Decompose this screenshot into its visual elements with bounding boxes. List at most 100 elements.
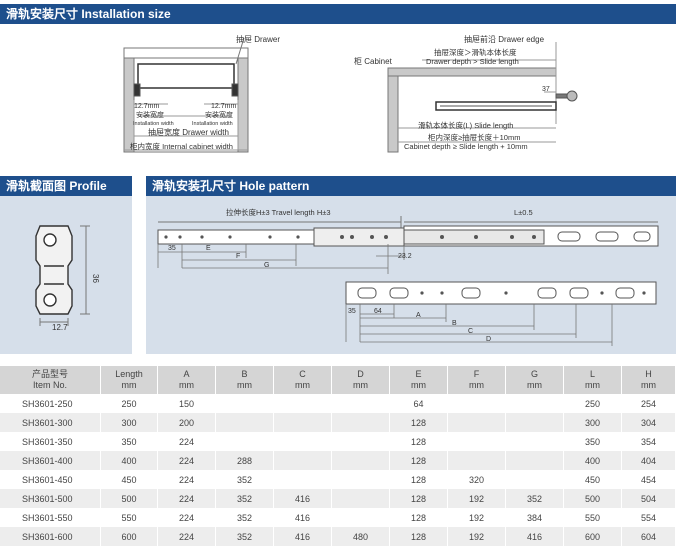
table-cell [331,451,390,470]
table-row: SH3601-600 600 224 352 416 480 128 192 416 600 604 [0,527,676,546]
table-body: SH3601-250 250 150 64 250 254 SH3601-300 300 200… [0,394,676,546]
table-cell: 224 [157,432,216,451]
table-cell: 352 [215,508,274,527]
header-length: Length mm [100,366,158,394]
header-g: Gmm [505,366,564,394]
dim-37-label: 37 [542,86,550,93]
table-cell: 224 [157,527,216,546]
table-row: SH3601-300 300 200 128 300 304 [0,413,676,432]
table-cell: 224 [157,489,216,508]
header-e: Emm [389,366,448,394]
table-cell: SH3601-300 [0,413,101,432]
profile-width-label: 12.7 [52,323,68,332]
table-cell: 128 [389,432,448,451]
table-cell [215,432,274,451]
table-cell: 350 [100,432,158,451]
header-d: Dmm [331,366,390,394]
header-l: Lmm [563,366,622,394]
dim-12-7-right: 12.7mm [211,103,236,110]
install-width-cn-left: 安装宽度 [136,110,164,119]
table-cell [447,432,506,451]
table-cell: 604 [621,527,676,546]
table-cell: 550 [563,508,622,527]
table-cell [331,432,390,451]
dim-35-bottom: 35 [348,308,356,315]
table-header-row: 产品型号 Item No. Length mm Amm Bmm Cmm Dmm Em… [0,366,676,394]
cabinet-label: 柜 Cabinet [354,56,393,66]
profile-drawing: 36 12.7 [35,225,100,332]
table-cell: 416 [273,489,332,508]
table-cell: SH3601-450 [0,470,101,489]
table-cell: 128 [389,451,448,470]
table-cell [331,489,390,508]
dim-23-2-label: 23.2 [398,253,412,260]
table-cell: 224 [157,508,216,527]
table-cell: 128 [389,470,448,489]
table-row: SH3601-250 250 150 64 250 254 [0,394,676,413]
table-cell: 352 [215,489,274,508]
table-cell: 416 [505,527,564,546]
table-cell [505,413,564,432]
header-f: Fmm [447,366,506,394]
table-row: SH3601-400 400 224 288 128 400 404 [0,451,676,470]
table-cell [215,413,274,432]
table-cell: 288 [215,451,274,470]
header-h: Hmm [621,366,676,394]
table-cell [505,394,564,413]
table-row: SH3601-500 500 224 352 416 128 192 352 500 504 [0,489,676,508]
table-cell: SH3601-550 [0,508,101,527]
table-cell [273,432,332,451]
table-cell: SH3601-500 [0,489,101,508]
table-cell: 300 [563,413,622,432]
dim-64-label: 64 [374,308,382,315]
hole-header: 滑轨安装孔尺寸 Hole pattern [146,176,676,196]
install-width-cn-right: 安装宽度 [205,110,233,119]
table-cell: 64 [389,394,448,413]
table-cell [273,451,332,470]
table-cell: 128 [389,508,448,527]
table-cell: 416 [273,527,332,546]
table-cell: 550 [100,508,158,527]
travel-length-label: 拉伸长度H±3 Travel length H±3 [226,207,331,217]
table-cell [331,394,390,413]
table-cell: 416 [273,508,332,527]
spec-table: 产品型号 Item No. Length mm Amm Bmm Cmm Dmm Em… [0,366,676,546]
table-cell: SH3601-250 [0,394,101,413]
hole-panel: 拉伸长度H±3 Travel length H±3 L±0.5 35 E F G… [146,196,676,354]
table-cell: 352 [215,470,274,489]
table-cell: 600 [100,527,158,546]
table-cell: 128 [389,489,448,508]
table-cell [273,413,332,432]
table-cell [505,470,564,489]
dim-f-label: F [236,253,240,260]
table-cell: 500 [563,489,622,508]
table-cell: 304 [621,413,676,432]
table-row: SH3601-550 550 224 352 416 128 192 384 550 554 [0,508,676,527]
dim-35-top: 35 [168,245,176,252]
table-cell: SH3601-600 [0,527,101,546]
dim-e-label: E [206,245,211,252]
header-b: Bmm [215,366,274,394]
profile-panel: 36 12.7 [0,196,132,354]
table-cell: 224 [157,470,216,489]
table-cell: 600 [563,527,622,546]
table-cell: 320 [447,470,506,489]
drawer-label: 抽屉 Drawer [236,34,280,44]
table-cell: 128 [389,413,448,432]
table-cell: 254 [621,394,676,413]
table-cell: 454 [621,470,676,489]
installation-diagram: 抽屉 Drawer 12.7mm 12.7mm 安装宽度 Installatio… [123,34,578,153]
table-cell [505,432,564,451]
table-cell: 450 [100,470,158,489]
hole-drawing: 拉伸长度H±3 Travel length H±3 L±0.5 35 E F G… [157,207,659,346]
table-cell [447,394,506,413]
table-cell: 500 [100,489,158,508]
table-cell: 404 [621,451,676,470]
length-l-label: L±0.5 [514,208,533,217]
table-cell [331,413,390,432]
table-row: SH3601-350 350 224 128 350 354 [0,432,676,451]
table-cell: 192 [447,489,506,508]
table-cell: 192 [447,527,506,546]
cabinet-depth-en: Cabinet depth ≥ Slide length + 10mm [404,142,528,151]
table-cell [331,470,390,489]
